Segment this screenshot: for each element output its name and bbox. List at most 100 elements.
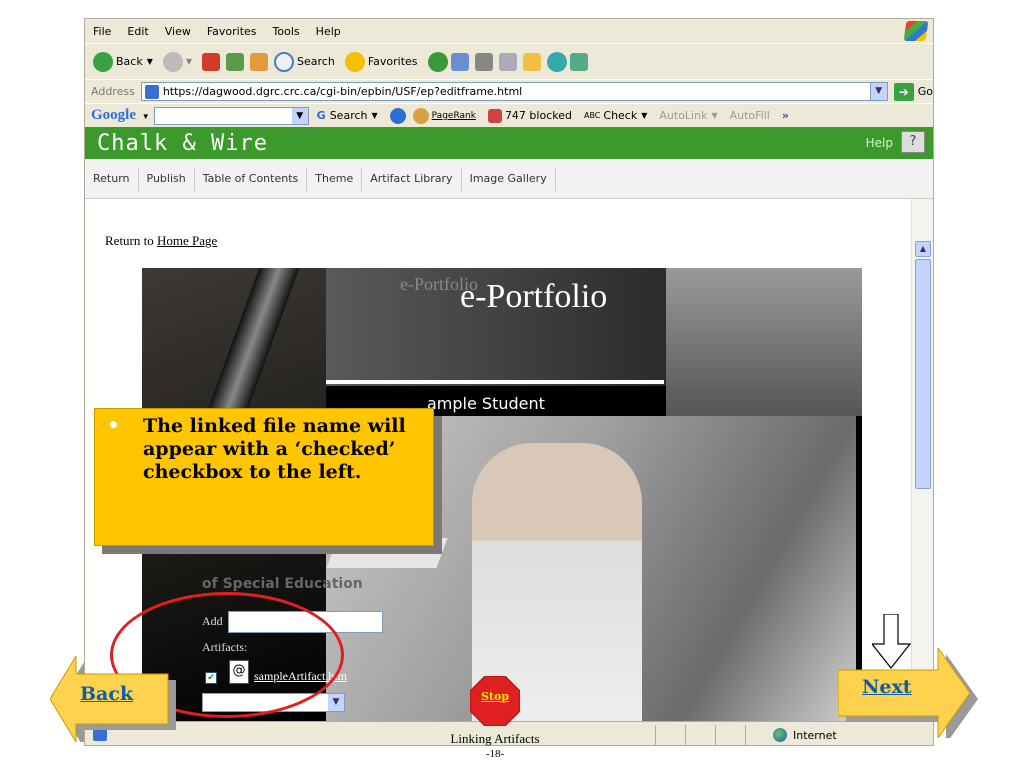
app-nav: Return Publish Table of Contents Theme A… [85,159,933,199]
forward-dropdown-icon[interactable]: ▼ [186,57,192,66]
back-label: Back [116,55,143,68]
menu-edit[interactable]: Edit [127,25,148,38]
mail-icon[interactable] [450,52,469,71]
classroom-photo [666,268,862,416]
search-button[interactable]: Search [274,51,335,72]
scroll-thumb[interactable] [915,259,931,489]
next-link[interactable]: Next [862,676,912,698]
standard-toolbar: Back ▼ ▼ Search Favorites [85,43,933,79]
nav-theme[interactable]: Theme [307,166,363,191]
autolink-button[interactable]: AutoLink ▼ [659,109,717,122]
go-arrow-icon: ➔ [893,82,914,101]
pagerank-label: PageRank [431,110,476,121]
status-separator [685,725,686,745]
down-arrow-icon [872,614,912,669]
blocked-count: 747 blocked [504,109,572,122]
go-button[interactable]: ➔ Go [893,82,933,101]
messenger-icon[interactable] [569,52,588,71]
return-prefix: Return to [105,233,157,248]
autofill-button[interactable]: AutoFill [730,109,770,122]
nav-publish[interactable]: Publish [139,166,195,191]
menu-view[interactable]: View [165,25,191,38]
google-search-label: Search [329,109,368,122]
menu-help[interactable]: Help [316,25,341,38]
favorites-label: Favorites [367,55,418,68]
go-label: Go [917,85,933,98]
globe-icon [773,728,787,742]
home-page-link[interactable]: Home Page [157,233,217,248]
portfolio-title: e-Portfolio [460,278,608,315]
nav-table-of-contents[interactable]: Table of Contents [195,166,308,191]
toolbar-overflow-icon[interactable]: » [782,109,789,122]
address-label: Address [91,85,135,98]
popup-blocker[interactable]: 747 blocked [487,108,572,123]
stop-link[interactable]: Stop [475,690,515,703]
nav-image-gallery[interactable]: Image Gallery [462,166,556,191]
discuss-icon[interactable] [522,52,541,71]
home-icon[interactable] [250,52,269,71]
menu-bar: File Edit View Favorites Tools Help [85,19,933,43]
google-search-input[interactable]: ▼ [153,106,309,125]
favorites-button[interactable]: Favorites [344,51,418,72]
callout-bullet: • [107,413,120,437]
autofill-label: AutoFill [729,109,770,122]
scroll-up-icon[interactable]: ▲ [915,241,931,257]
stop-icon[interactable] [202,52,221,71]
google-dropdown-icon: ▼ [141,112,150,121]
search-label: Search [297,55,335,68]
search-icon [274,51,295,72]
app-header: Chalk & Wire Help ? [85,127,933,159]
return-line: Return to Home Page [105,233,217,249]
nav-artifact-library[interactable]: Artifact Library [362,166,462,191]
pagerank-indicator[interactable]: PageRank [432,111,476,121]
nav-return[interactable]: Return [85,166,139,191]
artifact-select-dropdown-icon[interactable]: ▼ [328,694,344,711]
slide-number: -18- [485,748,505,760]
google-search-dropdown-arrow-icon: ▼ [371,111,378,120]
google-options-icon[interactable] [412,107,429,124]
address-input[interactable]: https://dagwood.dgrc.crc.ca/cgi-bin/epbi… [140,82,888,101]
department-label: of Special Education [202,576,363,592]
media-icon[interactable] [427,51,448,72]
back-link[interactable]: Back [80,683,133,705]
security-zone: Internet [773,728,837,742]
status-separator [655,725,656,745]
menu-favorites[interactable]: Favorites [207,25,257,38]
app-title: Chalk & Wire [97,130,268,156]
status-separator [715,725,716,745]
favorites-star-icon [344,51,365,72]
menu-file[interactable]: File [93,25,111,38]
back-arrow-icon [93,51,113,72]
address-url[interactable]: https://dagwood.dgrc.crc.ca/cgi-bin/epbi… [163,85,522,98]
address-dropdown-icon[interactable]: ▼ [869,83,887,100]
spell-check-button[interactable]: ABC Check ▼ [584,109,647,122]
google-news-icon[interactable] [389,107,406,124]
google-logo[interactable]: Google ▼ [91,107,150,124]
refresh-icon[interactable] [226,52,245,71]
page-icon [144,84,159,99]
back-button[interactable]: Back ▼ [93,51,153,72]
help-link[interactable]: Help [866,136,893,150]
forward-button[interactable]: ▼ [162,51,192,72]
portfolio-divider [326,380,664,384]
menu-tools[interactable]: Tools [273,25,300,38]
google-search-button[interactable]: G Search ▼ [317,109,378,122]
research-icon[interactable] [546,51,567,72]
print-icon[interactable] [474,52,493,71]
back-dropdown-icon[interactable]: ▼ [147,57,153,66]
google-search-dropdown-icon[interactable]: ▼ [291,107,308,124]
callout-text: The linked file name will appear with a … [143,415,406,483]
slide-caption: Linking Artifacts [450,731,540,746]
zone-label: Internet [793,728,837,742]
help-button[interactable]: ? [901,131,925,153]
google-g-icon: G [316,109,326,122]
status-separator [745,725,746,745]
vertical-scrollbar[interactable]: ▲ ▼ [911,199,933,721]
check-dropdown-icon: ▼ [641,111,648,120]
autolink-label: AutoLink [659,109,708,122]
google-toolbar: Google ▼ ▼ G Search ▼ PageRank 747 block… [85,103,933,127]
edit-icon[interactable] [498,52,517,71]
windows-logo-icon [903,21,929,41]
student-name: ample Student [427,394,545,413]
google-logo-text: Google [91,107,136,123]
